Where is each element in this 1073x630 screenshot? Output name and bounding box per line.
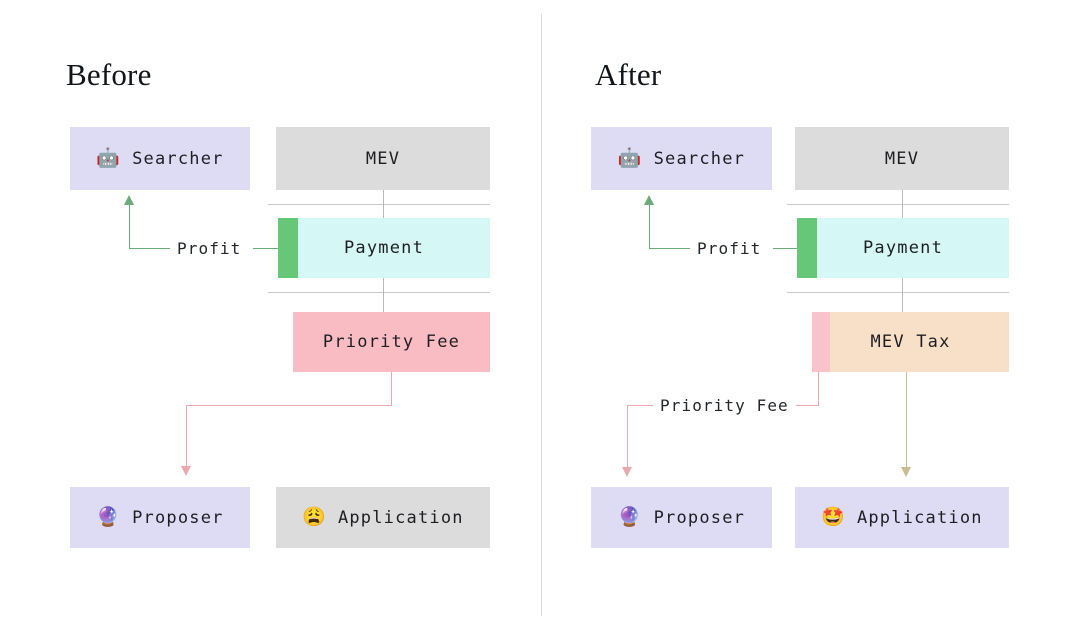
connector-after-tax-application-v [906, 372, 908, 468]
box-label: Searcher [132, 148, 224, 169]
connector-before-profit-h-left [129, 248, 174, 250]
connector-before-fee-h [186, 405, 392, 407]
box-after-mev-tax[interactable]: MEV Tax [812, 312, 1009, 372]
box-before-application[interactable]: 😩 Application [276, 487, 490, 548]
box-label: MEV [365, 148, 401, 169]
box-after-payment[interactable]: Payment [797, 218, 1009, 278]
box-before-searcher[interactable]: 🤖 Searcher [70, 127, 250, 190]
diagram-canvas: Before 🤖 Searcher MEV Payment Priority F… [0, 0, 1073, 630]
weary-face-icon: 😩 [302, 506, 326, 528]
connector-label-after-priority-fee: Priority Fee [653, 396, 796, 415]
connector-label-before-profit: Profit [170, 239, 249, 258]
panel-title-before: Before [66, 57, 152, 92]
connector-before-profit-h-right [253, 248, 278, 250]
stub-after-payment-down [902, 278, 903, 292]
connector-before-fee-v-bottom [186, 405, 188, 467]
robot-icon: 🤖 [617, 147, 642, 169]
box-label: Proposer [653, 507, 746, 528]
connector-before-fee-v-top [391, 372, 393, 406]
box-before-proposer[interactable]: 🔮 Proposer [70, 487, 250, 548]
connector-label-after-profit: Profit [690, 239, 769, 258]
box-label: Application [337, 507, 464, 528]
box-label: Proposer [132, 507, 224, 528]
stub-before-mev-down [383, 190, 384, 204]
box-label: MEV [884, 148, 920, 169]
box-label: Application [856, 507, 983, 528]
arrowhead-before-profit [124, 195, 134, 205]
box-after-mev[interactable]: MEV [795, 127, 1009, 190]
arrowhead-before-fee [181, 466, 191, 476]
connector-after-fee-v-top [818, 372, 820, 406]
box-label: Payment [343, 238, 425, 258]
segment-after-tax-priority-fee [812, 312, 830, 372]
rule-before-payment-fee [268, 292, 490, 293]
rule-after-payment-tax [787, 292, 1009, 293]
box-after-searcher[interactable]: 🤖 Searcher [591, 127, 772, 190]
box-before-mev[interactable]: MEV [276, 127, 490, 190]
arrowhead-after-fee [622, 467, 632, 477]
segment-before-payment-profit [278, 218, 298, 278]
box-before-priority-fee[interactable]: Priority Fee [293, 312, 490, 372]
box-label: Payment [862, 238, 944, 258]
star-struck-icon: 🤩 [821, 506, 845, 528]
connector-before-profit-v [129, 205, 131, 249]
connector-after-profit-h-right [773, 248, 797, 250]
rule-before-mev-payment [268, 204, 490, 205]
stub-after-tax-up [902, 292, 903, 312]
rule-after-mev-payment [787, 204, 1009, 205]
panel-divider [541, 14, 542, 616]
panel-title-after: After [595, 57, 662, 92]
box-after-proposer[interactable]: 🔮 Proposer [591, 487, 772, 548]
box-label: Priority Fee [322, 332, 461, 352]
connector-after-profit-v [649, 205, 651, 249]
connector-after-profit-h-left [649, 248, 694, 250]
box-before-payment[interactable]: Payment [278, 218, 490, 278]
box-label: Searcher [653, 148, 746, 169]
arrowhead-after-profit [644, 195, 654, 205]
stub-before-payment-down [383, 278, 384, 292]
stub-after-mev-down [902, 190, 903, 204]
box-label: MEV Tax [870, 332, 951, 352]
arrowhead-after-tax-application [901, 467, 911, 477]
stub-after-payment-up [902, 204, 903, 218]
stub-before-fee-up [383, 292, 384, 312]
crystal-ball-icon: 🔮 [96, 506, 121, 528]
box-after-application[interactable]: 🤩 Application [795, 487, 1009, 548]
stub-before-payment-up [383, 204, 384, 218]
crystal-ball-icon: 🔮 [617, 506, 642, 528]
connector-after-fee-v-bottom [627, 405, 629, 468]
robot-icon: 🤖 [96, 147, 121, 169]
segment-after-payment-profit [797, 218, 817, 278]
